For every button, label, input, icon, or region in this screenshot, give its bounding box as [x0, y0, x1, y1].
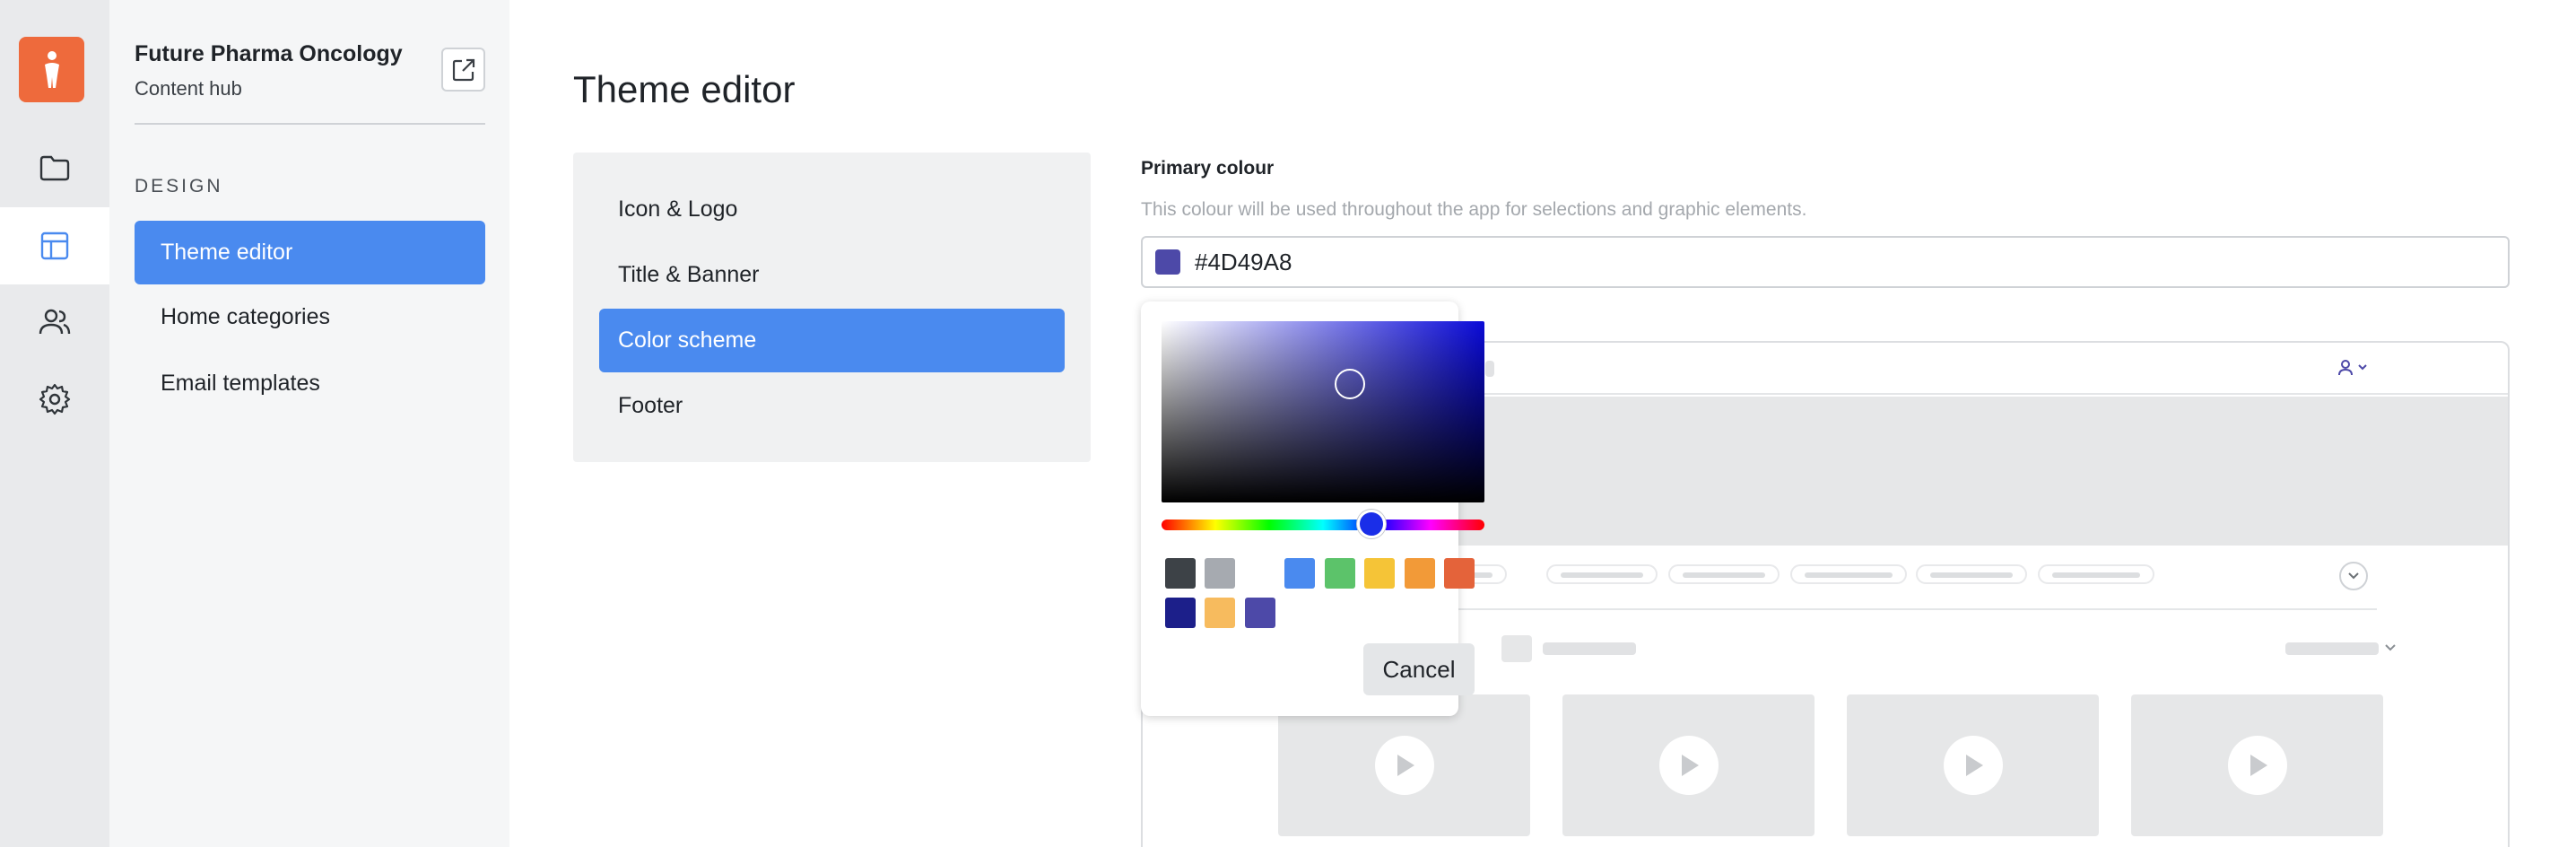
- preview-placeholder: [1501, 635, 1532, 662]
- gear-icon: [39, 383, 71, 415]
- layout-icon: [40, 231, 69, 260]
- preview-pill: [1790, 564, 1907, 584]
- play-icon: [1943, 736, 2003, 795]
- preview-user-icon: [2338, 360, 2367, 376]
- hue-slider[interactable]: [1162, 520, 1484, 530]
- sidebar-item-theme-editor[interactable]: Theme editor: [135, 221, 485, 284]
- preview-pill: [1916, 564, 2027, 584]
- section-label-design: DESIGN: [135, 176, 223, 196]
- cancel-button[interactable]: Cancel: [1363, 643, 1475, 695]
- org-subtitle: Content hub: [135, 77, 242, 100]
- rail-item-settings[interactable]: [0, 361, 109, 438]
- saturation-value-area[interactable]: [1162, 321, 1484, 502]
- rail-item-users[interactable]: [0, 284, 109, 361]
- design-sidebar: Future Pharma Oncology Content hub DESIG…: [109, 0, 509, 847]
- preview-header-bar: [1485, 361, 1494, 377]
- preview-video-card: [2131, 694, 2383, 836]
- chevron-down-icon: [2385, 644, 2396, 651]
- users-icon: [39, 309, 71, 335]
- rail-item-content[interactable]: [0, 129, 109, 206]
- play-icon: [2227, 736, 2287, 795]
- tab-color-scheme[interactable]: Color scheme: [599, 309, 1065, 372]
- preview-video-card: [1847, 694, 2099, 836]
- color-preset[interactable]: [1405, 558, 1435, 589]
- preview-section-title: [1543, 642, 1636, 655]
- color-preset[interactable]: [1245, 598, 1275, 628]
- hue-slider-handle[interactable]: [1357, 510, 1386, 538]
- preview-pill: [1546, 564, 1658, 584]
- color-preset[interactable]: [1325, 558, 1355, 589]
- color-preset[interactable]: [1284, 558, 1315, 589]
- primary-colour-label: Primary colour: [1141, 158, 1275, 179]
- tab-title-banner[interactable]: Title & Banner: [599, 243, 1065, 307]
- tab-icon-logo[interactable]: Icon & Logo: [599, 178, 1065, 241]
- color-preset[interactable]: [1444, 558, 1475, 589]
- primary-colour-help: This colour will be used throughout the …: [1141, 199, 1807, 220]
- play-icon: [1658, 736, 1719, 795]
- preview-pill: [2038, 564, 2154, 584]
- preview-video-card: [1562, 694, 1815, 836]
- open-external-button[interactable]: [441, 48, 485, 92]
- preview-sort-control: [2285, 642, 2379, 655]
- preview-expand-icon: [2339, 562, 2368, 590]
- sidebar-item-home-categories[interactable]: Home categories: [135, 285, 485, 349]
- play-icon: [1374, 736, 1434, 795]
- primary-colour-input[interactable]: #4D49A8: [1141, 236, 2510, 288]
- color-picker-popover: Cancel: [1141, 301, 1484, 716]
- sidebar-item-email-templates[interactable]: Email templates: [135, 352, 485, 415]
- color-preset[interactable]: [1165, 598, 1196, 628]
- color-preset[interactable]: [1205, 558, 1235, 589]
- preview-pill: [1668, 564, 1780, 584]
- sidebar-divider: [135, 123, 485, 125]
- theme-tabs-panel: Icon & Logo Title & Banner Color scheme …: [573, 153, 1091, 462]
- org-name: Future Pharma Oncology: [135, 41, 403, 66]
- app-logo[interactable]: [19, 37, 84, 102]
- rail-item-design[interactable]: [0, 207, 109, 284]
- icon-rail: [0, 0, 109, 847]
- page-title: Theme editor: [573, 68, 796, 110]
- primary-colour-value: #4D49A8: [1195, 248, 1292, 275]
- color-preset[interactable]: [1245, 558, 1275, 589]
- color-preset[interactable]: [1364, 558, 1395, 589]
- folder-icon: [39, 155, 70, 181]
- tab-footer[interactable]: Footer: [599, 374, 1065, 438]
- external-link-icon: [452, 58, 474, 81]
- color-preset[interactable]: [1165, 558, 1196, 589]
- primary-colour-swatch: [1155, 249, 1180, 275]
- color-preset[interactable]: [1205, 598, 1235, 628]
- person-logo-icon: [44, 50, 59, 88]
- saturation-value-handle[interactable]: [1335, 369, 1365, 399]
